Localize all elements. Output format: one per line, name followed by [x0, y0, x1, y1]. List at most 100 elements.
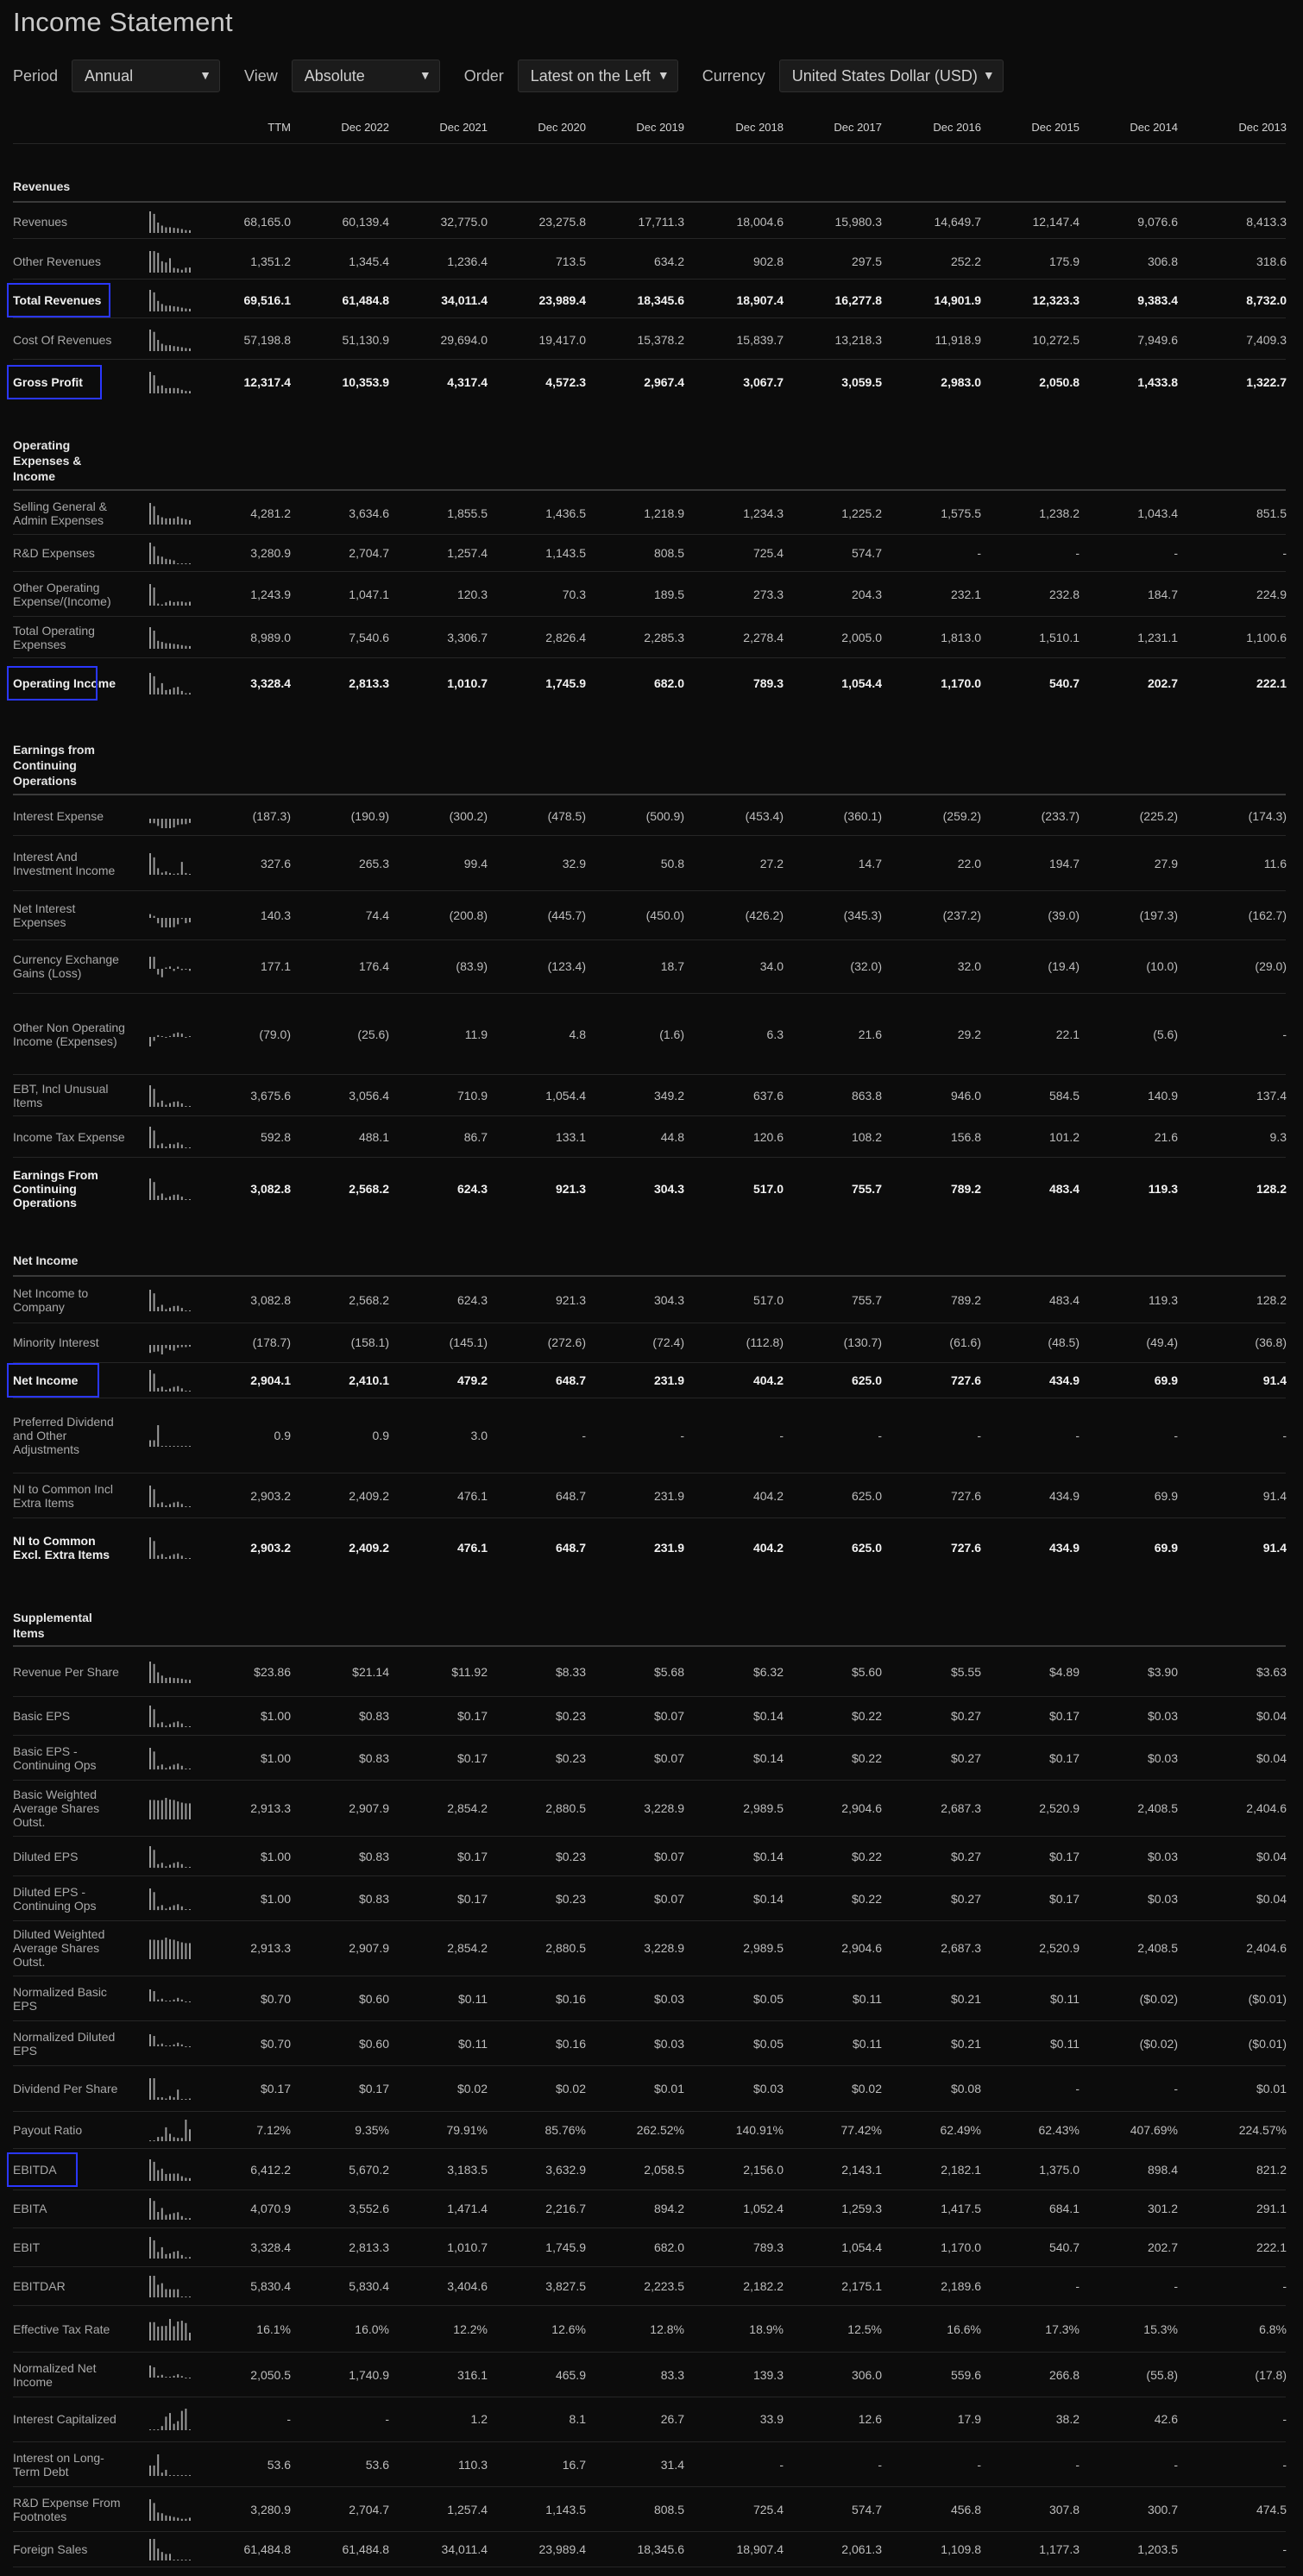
row-divider [13, 2305, 1286, 2306]
column-header[interactable]: Dec 2022 [294, 121, 389, 134]
cell-value: $0.17 [456, 1750, 488, 1765]
row-divider [13, 2111, 1286, 2112]
cell-value: - [1282, 2279, 1287, 2293]
section-title: Operating Expenses & Income [13, 438, 82, 483]
section-divider [13, 201, 1286, 203]
row-divider [13, 279, 1286, 280]
sparkline-bar [180, 563, 183, 564]
cell-value: 18.7 [660, 959, 684, 973]
sparkline-bar [149, 1485, 151, 1507]
sparkline-bar [165, 1389, 167, 1392]
sparkline-bar [165, 1557, 167, 1559]
sparkline-bar [189, 348, 191, 351]
sparkline-bar [157, 1765, 160, 1769]
cell-value: 479.2 [456, 1373, 488, 1387]
sparkline-bar [180, 1723, 183, 1727]
cell-value: $0.14 [752, 1708, 784, 1723]
sparkline-bar [169, 1143, 171, 1148]
sparkline [149, 2237, 191, 2259]
cell-value: 297.5 [851, 254, 882, 268]
row-label: Selling General & Admin Expenses [13, 499, 107, 527]
sparkline [149, 1705, 191, 1727]
cell-value: 316.1 [456, 2367, 488, 2382]
sparkline-bar [169, 2413, 171, 2430]
cell-value: (79.0) [259, 1027, 291, 1041]
sparkline-bar [173, 1305, 175, 1311]
cell-value: 1,813.0 [941, 630, 981, 644]
cell-value: - [779, 1429, 784, 1442]
sparkline-bar [161, 2472, 163, 2476]
sparkline-bar [157, 2044, 160, 2046]
cell-value: $0.11 [853, 2036, 882, 2051]
column-header[interactable]: Dec 2020 [491, 121, 586, 134]
cell-value: (61.6) [949, 1335, 981, 1349]
order-select[interactable]: Latest on the Left ▼ [517, 60, 678, 92]
sparkline-bar [169, 966, 171, 969]
cell-value: ($0.01) [1248, 1991, 1287, 2006]
sparkline-bar [161, 1385, 163, 1392]
column-header[interactable]: Dec 2016 [886, 121, 981, 134]
cell-value: 1,170.0 [941, 2240, 981, 2254]
sparkline-bar [161, 1143, 163, 1148]
period-select[interactable]: Annual ▼ [72, 60, 221, 92]
cell-value: $0.17 [1048, 1750, 1080, 1765]
sparkline-bar [149, 1084, 151, 1107]
column-header[interactable]: Dec 2014 [1083, 121, 1178, 134]
column-header[interactable]: Dec 2013 [1192, 121, 1287, 134]
column-header[interactable]: TTM [196, 121, 291, 134]
sparkline-bar [149, 957, 151, 969]
cell-value: 727.6 [950, 1373, 981, 1387]
sparkline-bar [185, 918, 187, 924]
sparkline [149, 2078, 191, 2100]
sparkline-bar [149, 211, 151, 233]
currency-select[interactable]: United States Dollar (USD) ▼ [778, 60, 1004, 92]
cell-value: $0.08 [950, 2082, 981, 2095]
sparkline-bar [157, 1425, 160, 1447]
sparkline-bar [177, 2474, 179, 2476]
cell-value: 11.6 [1263, 857, 1287, 870]
row-label: Minority Interest [13, 1335, 99, 1349]
row-divider [13, 1074, 1286, 1075]
sparkline-bar [161, 225, 163, 233]
cell-value: $0.21 [950, 1991, 981, 2006]
sparkline-bar [157, 1863, 160, 1868]
cell-value: $0.03 [653, 1991, 684, 2006]
cell-value: 710.9 [456, 1088, 488, 1103]
sparkline-bar [153, 2502, 155, 2521]
sparkline-bar [189, 1105, 191, 1107]
cell-value: 22.1 [1055, 1027, 1080, 1041]
sparkline-chart [148, 1423, 193, 1448]
sparkline-bar [169, 689, 171, 694]
column-header[interactable]: Dec 2019 [589, 121, 684, 134]
highlight-box [7, 282, 110, 317]
column-header[interactable]: Dec 2017 [787, 121, 882, 134]
cell-value: 252.2 [950, 254, 981, 268]
sparkline-bar [189, 1803, 191, 1819]
cell-value: 1,043.4 [1137, 506, 1178, 520]
cell-value: 307.8 [1048, 2502, 1080, 2516]
cell-value: $0.17 [456, 1891, 488, 1906]
cell-value: $0.17 [456, 1708, 488, 1723]
sparkline-bar [173, 346, 175, 351]
sparkline-bar [185, 1679, 187, 1683]
cell-value: 727.6 [950, 1488, 981, 1503]
sparkline-bar [153, 331, 155, 351]
column-header[interactable]: Dec 2018 [689, 121, 784, 134]
sparkline-bar [189, 2128, 191, 2141]
view-label: View [244, 66, 278, 85]
cell-value: 434.9 [1048, 1541, 1080, 1555]
sparkline-bar [177, 2212, 179, 2220]
column-header[interactable]: Dec 2015 [985, 121, 1080, 134]
sparkline-bar [169, 1724, 171, 1727]
cell-value: 3,328.4 [250, 2240, 291, 2254]
section-divider [13, 1275, 1286, 1277]
sparkline-bar [161, 556, 163, 564]
cell-value: $0.04 [1256, 1849, 1287, 1863]
column-header[interactable]: Dec 2021 [393, 121, 488, 134]
cell-value: 17.3% [1045, 2322, 1080, 2336]
row-divider [13, 2486, 1286, 2487]
sparkline [149, 1537, 191, 1559]
cell-value: 2,408.5 [1137, 1801, 1178, 1815]
view-select[interactable]: Absolute ▼ [291, 60, 440, 92]
sparkline-bar [169, 2253, 171, 2259]
